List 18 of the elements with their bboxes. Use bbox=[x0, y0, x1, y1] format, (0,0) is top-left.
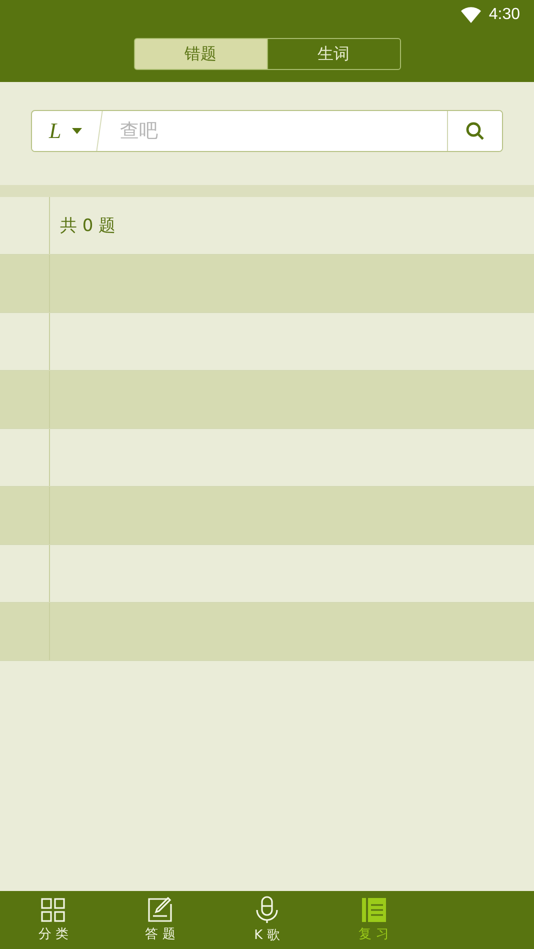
nav-item[interactable]: 复 习 bbox=[320, 891, 428, 949]
edit-icon bbox=[147, 897, 174, 923]
search-field[interactable]: L 查吧 bbox=[31, 110, 503, 152]
tab[interactable]: 生词 bbox=[266, 38, 400, 70]
microphone-icon bbox=[254, 896, 280, 924]
nav-item[interactable]: K 歌 bbox=[214, 891, 320, 949]
list-icon bbox=[360, 897, 387, 923]
search-button[interactable] bbox=[447, 111, 502, 151]
nav-item[interactable]: 答 题 bbox=[106, 891, 214, 949]
caret-icon bbox=[72, 128, 82, 134]
status-time: 4:30 bbox=[488, 6, 520, 24]
total-count: 共 0 题 bbox=[60, 215, 116, 237]
nav-item[interactable]: 分 类 bbox=[0, 891, 107, 949]
language-dropdown[interactable]: L bbox=[32, 111, 103, 151]
wifi-icon bbox=[460, 7, 481, 23]
grid-icon bbox=[40, 897, 66, 923]
tab[interactable]: 错题 bbox=[134, 38, 268, 70]
search-icon bbox=[465, 121, 485, 141]
